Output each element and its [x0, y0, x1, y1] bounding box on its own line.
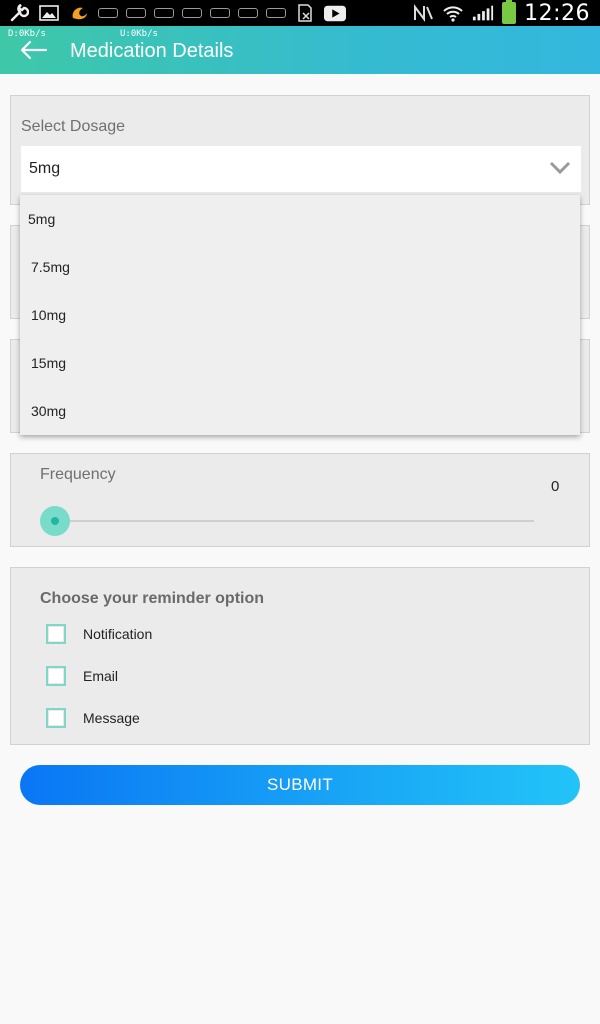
sim-off-icon — [294, 4, 316, 22]
dosage-select[interactable]: 5mg — [21, 146, 581, 192]
message-checkbox[interactable] — [46, 708, 66, 728]
dosage-option[interactable]: 30mg — [20, 387, 580, 435]
email-checkbox-row[interactable]: Email — [46, 666, 118, 686]
dosage-label: Select Dosage — [21, 118, 126, 135]
frequency-slider-thumb[interactable] — [40, 506, 70, 536]
email-checkbox[interactable] — [46, 666, 66, 686]
battery-icon — [502, 0, 517, 24]
message-checkbox-row[interactable]: Message — [46, 708, 140, 728]
car-icon — [126, 8, 146, 18]
email-label: Email — [83, 668, 119, 684]
dosage-option[interactable]: 15mg — [20, 339, 580, 387]
back-arrow-icon[interactable] — [18, 36, 54, 64]
reminder-card: Choose your reminder option Notification… — [10, 567, 590, 745]
signal-icon — [472, 5, 494, 21]
notification-label: Notification — [83, 626, 153, 642]
submit-button[interactable]: SUBMIT — [20, 765, 580, 805]
dosage-option[interactable]: 7.5mg — [20, 243, 580, 291]
frequency-label: Frequency — [40, 466, 116, 483]
image-icon — [38, 5, 60, 21]
clock: 12:26 — [524, 0, 590, 26]
chevron-down-icon — [549, 161, 571, 175]
car-icon — [266, 8, 286, 18]
notification-icons — [0, 4, 346, 22]
reminder-title: Choose your reminder option — [40, 590, 265, 607]
dosage-card: Select Dosage 5mg — [10, 95, 590, 205]
dosage-option[interactable]: 10mg — [20, 291, 580, 339]
uc-browser-icon — [68, 5, 90, 21]
notification-checkbox[interactable] — [46, 624, 66, 644]
app-bar: D:0Kb/s U:0Kb/s Medication Details — [0, 26, 600, 74]
notification-checkbox-row[interactable]: Notification — [46, 624, 152, 644]
wrench-icon — [8, 4, 30, 22]
message-label: Message — [83, 710, 140, 726]
frequency-value: 0 — [551, 478, 560, 495]
upload-speed: U:0Kb/s — [120, 29, 158, 39]
car-icon — [154, 8, 174, 18]
dosage-option[interactable]: 5mg — [20, 195, 580, 243]
dosage-dropdown-list: 5mg 7.5mg 10mg 15mg 30mg — [20, 195, 580, 435]
page-title: Medication Details — [70, 40, 234, 62]
car-icon — [182, 8, 202, 18]
youtube-icon — [324, 5, 346, 21]
frequency-card: Frequency 0 — [10, 453, 590, 547]
status-bar: 12:26 — [0, 0, 600, 26]
nfc-icon — [412, 4, 434, 22]
car-icon — [210, 8, 230, 18]
wifi-icon — [442, 5, 464, 22]
frequency-slider-track[interactable] — [56, 520, 534, 522]
system-icons: 12:26 — [412, 0, 600, 26]
car-icon — [238, 8, 258, 18]
car-icon — [98, 8, 118, 18]
dosage-selected-value: 5mg — [29, 160, 61, 177]
